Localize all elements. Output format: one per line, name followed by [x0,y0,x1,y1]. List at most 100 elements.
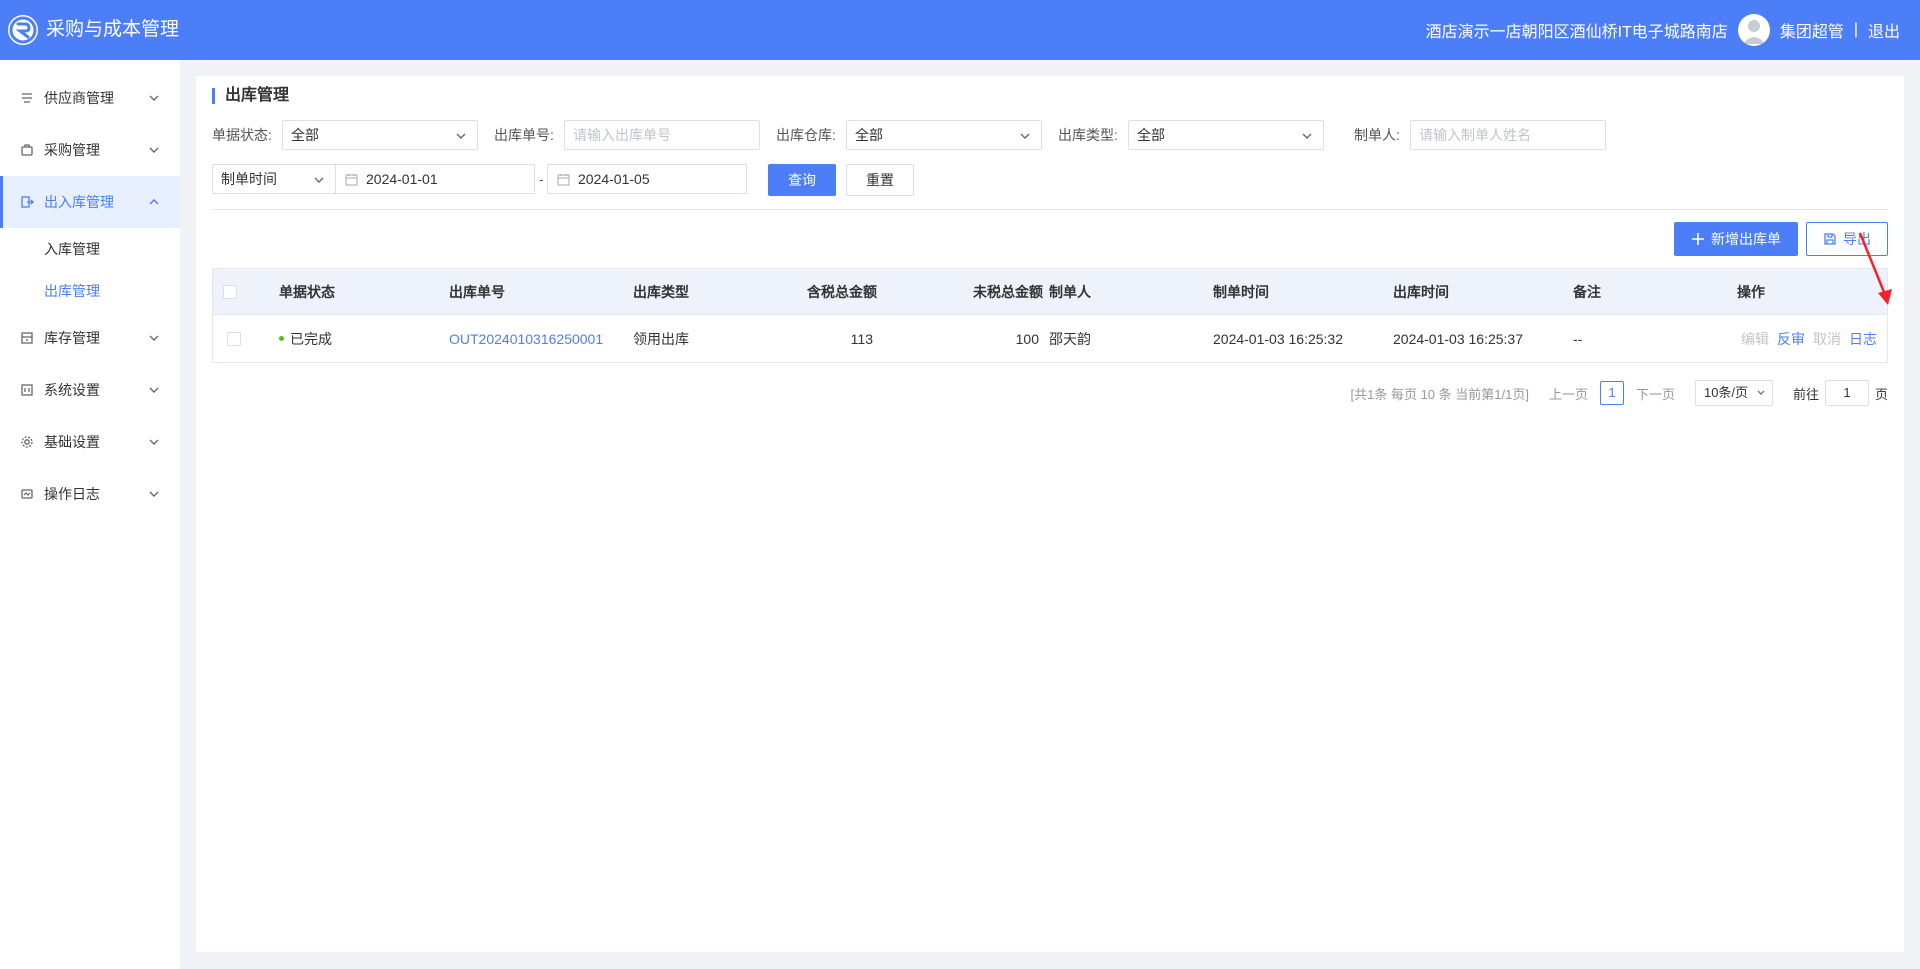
date-to-value: 2024-01-05 [578,171,650,187]
date-from-input[interactable]: 2024-01-01 [335,164,535,194]
inout-icon [20,195,34,209]
sidebar-item-inventory[interactable]: 库存管理 [0,312,180,364]
type-select[interactable]: 全部 [1128,120,1324,150]
page-number-current[interactable]: 1 [1599,381,1624,405]
user-name[interactable]: 集团超管 [1780,18,1844,42]
row-notax-total: 100 [1015,330,1039,347]
logout-link[interactable]: 退出 [1868,18,1900,42]
sidebar-subitem-outbound[interactable]: 出库管理 [0,270,180,312]
sidebar-item-label: 基础设置 [44,434,100,450]
date-separator: - [539,171,544,187]
table-header: 单据状态 出库单号 出库类型 含税总金额 未税总金额 制单人 制单时间 出库时间… [213,269,1887,315]
header-creator: 制单人 [1049,283,1091,300]
sidebar-item-log[interactable]: 操作日志 [0,468,180,520]
reset-button[interactable]: 重置 [846,164,914,196]
page-size-select[interactable]: 10条/页 [1694,380,1773,406]
divider [212,209,1888,210]
sidebar-item-inout[interactable]: 出入库管理 [0,176,180,228]
header-order-no: 出库单号 [449,283,505,300]
chevron-down-icon [149,335,159,341]
header-out-at: 出库时间 [1393,283,1449,300]
row-remark: -- [1573,330,1583,347]
calendar-icon [557,174,570,186]
outbound-table: 单据状态 出库单号 出库类型 含税总金额 未税总金额 制单人 制单时间 出库时间… [212,268,1888,363]
header-user-area: 酒店演示一店朝阳区酒仙桥IT电子城路南店 集团超管 | 退出 [1426,14,1900,46]
reverse-link[interactable]: 反审 [1777,329,1805,349]
type-label: 出库类型: [1058,127,1118,143]
header-ops: 操作 [1737,283,1765,300]
plus-icon [1692,233,1704,245]
row-out-at: 2024-01-03 16:25:37 [1393,330,1523,347]
chevron-down-icon [149,147,159,153]
sidebar-item-label: 采购管理 [44,142,100,158]
select-all-cell [223,269,237,314]
time-type-select[interactable]: 制单时间 [212,164,336,194]
header-tax-total: 含税总金额 [807,283,877,300]
warehouse-select-value: 全部 [855,127,883,143]
pagination: [共1条 每页 10 条 当前第1/1页] 上一页 1 下一页 10条/页 前往… [1339,380,1888,406]
status-select-value: 全部 [291,127,319,143]
header-type: 出库类型 [633,283,689,300]
prev-page-button[interactable]: 上一页 [1549,384,1588,403]
add-outbound-label: 新增出库单 [1711,231,1781,247]
sidebar-subitem-inbound[interactable]: 入库管理 [0,228,180,270]
status-select[interactable]: 全部 [282,120,478,150]
creator-input[interactable]: 请输入制单人姓名 [1410,120,1606,150]
goto-page-input[interactable]: 1 [1824,380,1869,406]
sidebar-item-basic[interactable]: 基础设置 [0,416,180,468]
row-status-text: 已完成 [290,330,332,347]
supplier-icon [20,91,34,105]
header-created-at: 制单时间 [1213,283,1269,300]
edit-link[interactable]: 编辑 [1741,329,1769,349]
chevron-down-icon [1757,390,1765,395]
sidebar-item-system[interactable]: 系统设置 [0,364,180,416]
warehouse-label: 出库仓库: [776,127,836,143]
header-status: 单据状态 [279,283,335,300]
add-outbound-button[interactable]: 新增出库单 [1674,222,1798,256]
chevron-down-icon [149,439,159,445]
gear-icon [20,435,34,449]
inventory-icon [20,331,34,345]
row-created-at: 2024-01-03 16:25:32 [1213,330,1343,347]
select-all-checkbox[interactable] [223,284,237,299]
header-notax-total: 未税总金额 [973,283,1043,300]
warehouse-select[interactable]: 全部 [846,120,1042,150]
main-content: 出库管理 单据状态: 全部 出库单号: 请输入出库单号 出库仓库: 全部 出库类… [196,76,1904,952]
sidebar-item-purchase[interactable]: 采购管理 [0,124,180,176]
sidebar-item-supplier[interactable]: 供应商管理 [0,72,180,124]
creator-label: 制单人: [1354,127,1400,143]
row-select-cell [227,315,241,362]
row-checkbox[interactable] [227,331,241,346]
query-button[interactable]: 查询 [768,164,836,196]
log-link[interactable]: 日志 [1849,329,1877,349]
app-logo [8,15,38,45]
sidebar-item-label: 库存管理 [44,330,100,346]
status-filter-label: 单据状态: [212,127,272,143]
avatar[interactable] [1737,14,1770,46]
chevron-down-icon [149,95,159,101]
chevron-down-icon [314,177,324,183]
type-select-value: 全部 [1137,127,1165,143]
goto-label: 前往 [1792,386,1819,402]
chevron-down-icon [1020,133,1030,139]
next-page-button[interactable]: 下一页 [1636,384,1675,403]
chevron-down-icon [149,387,159,393]
header-remark: 备注 [1573,283,1601,300]
chevron-up-icon [149,199,159,205]
row-status: 已完成 [279,315,332,362]
chevron-down-icon [149,491,159,497]
page-unit-label: 页 [1874,386,1888,402]
page-title: 出库管理 [212,88,289,104]
chevron-down-icon [456,133,466,139]
sidebar-item-label: 出入库管理 [44,194,114,210]
status-dot [279,336,284,341]
purchase-icon [20,143,34,157]
date-to-input[interactable]: 2024-01-05 [547,164,747,194]
order-no-input[interactable]: 请输入出库单号 [564,120,760,150]
calendar-icon [345,174,358,186]
pagination-summary: [共1条 每页 10 条 当前第1/1页] [1350,386,1529,402]
cancel-link[interactable]: 取消 [1813,329,1841,349]
row-order-no-link[interactable]: OUT2024010316250001 [449,315,603,362]
row-type: 领用出库 [633,330,689,347]
row-tax-total: 113 [850,330,873,347]
